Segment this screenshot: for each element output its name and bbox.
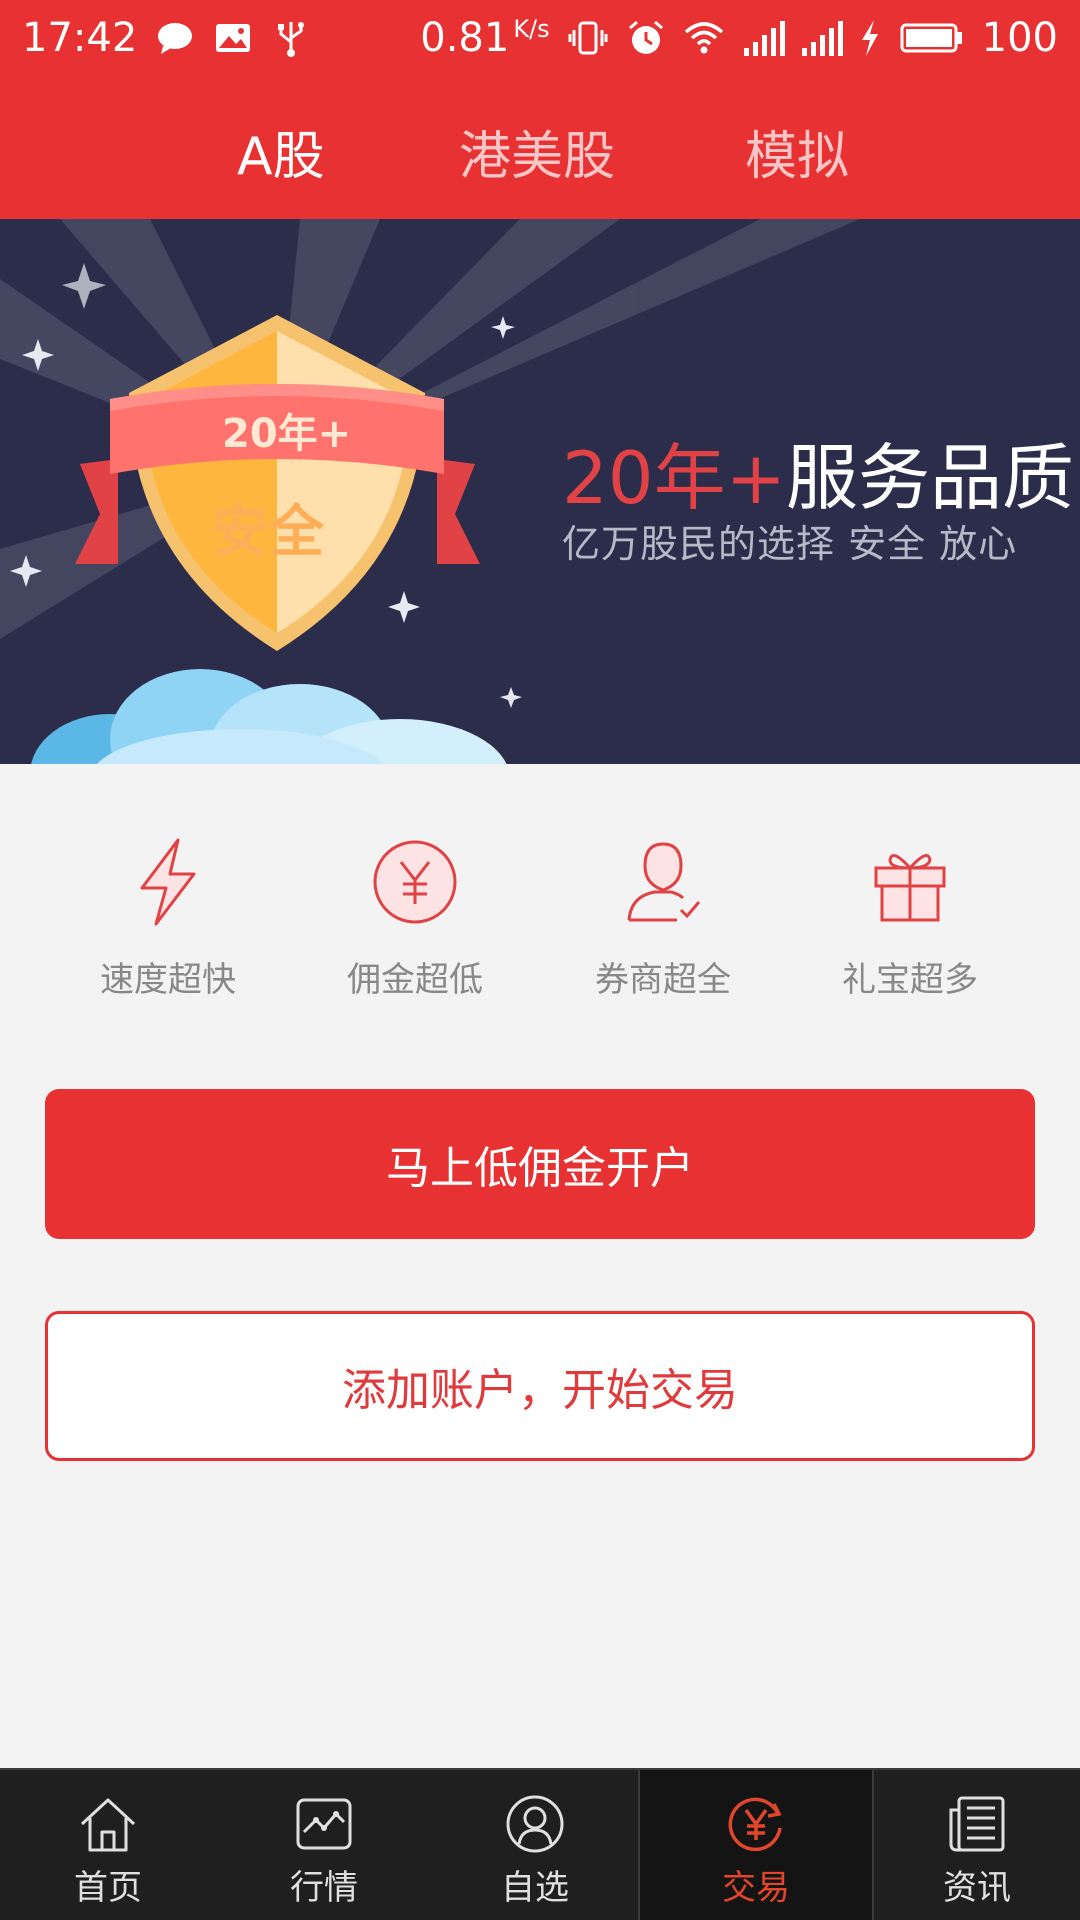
user-check-icon [615, 834, 711, 930]
charging-icon [858, 18, 882, 58]
feature-many-gifts: 礼宝超多 [785, 834, 1035, 1001]
status-time: 17:42 [22, 15, 138, 61]
signal-icon [800, 18, 843, 58]
battery-level: 100 [981, 15, 1058, 61]
battery-icon [900, 18, 964, 58]
nav-market[interactable]: 行情 [216, 1770, 432, 1920]
status-bar: 17:42 0.81 K/s 100 [0, 0, 1080, 76]
feature-full-brokers: 券商超全 [538, 834, 788, 1001]
tab-hk-us-stocks[interactable]: 港美股 [459, 114, 615, 189]
chart-icon [292, 1792, 356, 1856]
feature-fast-speed: 速度超快 [43, 834, 293, 1001]
banner-subtitle: 亿万股民的选择 安全 放心 [562, 522, 1018, 566]
person-icon [503, 1792, 567, 1856]
home-icon [76, 1792, 140, 1856]
signal-icon [742, 18, 785, 58]
cloud-graphic [31, 669, 507, 764]
badge-safe-text: 安全 [212, 500, 324, 565]
nav-home[interactable]: 首页 [0, 1770, 216, 1920]
wifi-icon [684, 18, 724, 58]
add-account-button[interactable]: 添加账户，开始交易 [45, 1311, 1035, 1461]
feature-low-commission: 佣金超低 [290, 834, 540, 1001]
market-tabs: A股 港美股 模拟 [0, 76, 1080, 219]
vibrate-icon [568, 18, 608, 58]
usb-icon [271, 18, 311, 58]
message-icon [155, 18, 195, 58]
nav-watchlist[interactable]: 自选 [432, 1770, 638, 1920]
gift-icon [862, 834, 958, 930]
nav-trade[interactable]: 交易 [640, 1770, 872, 1920]
open-account-button[interactable]: 马上低佣金开户 [45, 1089, 1035, 1239]
trade-yuan-icon [724, 1792, 788, 1856]
badge-years-text: 20年+ [222, 411, 352, 457]
network-speed: 0.81 K/s [420, 15, 550, 61]
yuan-circle-icon [367, 834, 463, 930]
tab-simulation[interactable]: 模拟 [745, 114, 849, 189]
feature-list: 速度超快 佣金超低 券商超全 礼宝超多 [0, 764, 1080, 1044]
banner-headline: 20年+服务品质 [562, 436, 1074, 520]
news-icon [945, 1792, 1009, 1856]
alarm-icon [626, 18, 666, 58]
nav-news[interactable]: 资讯 [874, 1770, 1080, 1920]
tab-a-shares[interactable]: A股 [237, 114, 325, 189]
bottom-nav: 首页 行情 自选 交易 资讯 [0, 1768, 1080, 1920]
promo-banner[interactable]: 20年+ 安全 20年+服务品质 亿万股民的选择 安全 放心 [0, 219, 1080, 764]
lightning-icon [120, 834, 216, 930]
image-icon [213, 18, 253, 58]
